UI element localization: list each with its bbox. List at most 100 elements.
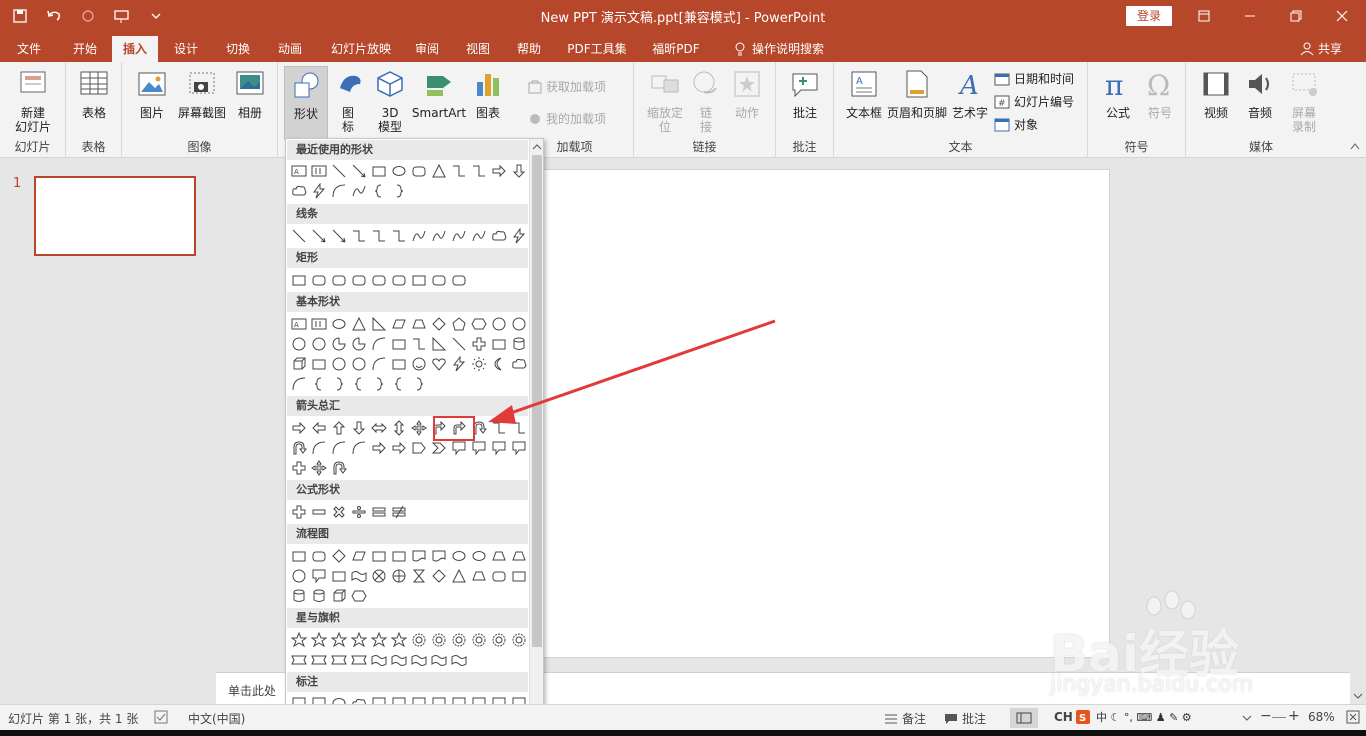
shape-curve-2-6[interactable] — [410, 227, 428, 245]
picture-button[interactable]: 图片 — [132, 68, 172, 120]
shape-wave-16-8[interactable] — [450, 651, 468, 669]
shape-seal-15-10[interactable] — [490, 631, 508, 649]
get-addins-button[interactable]: 获取加载项 — [528, 78, 606, 95]
shape-rect-3-0[interactable] — [290, 271, 308, 289]
shape-equal-11-4[interactable] — [370, 503, 388, 521]
shape-brace-7-1[interactable] — [310, 375, 328, 393]
shape-banner-16-2[interactable] — [330, 651, 348, 669]
shape-rect-6-1[interactable] — [310, 355, 328, 373]
shape-circle-13-0[interactable] — [290, 567, 308, 585]
shape-minus-11-1[interactable] — [310, 503, 328, 521]
shape-rect-5-10[interactable] — [490, 335, 508, 353]
shape-oval-12-9[interactable] — [470, 547, 488, 565]
shape-rarrow-8-0[interactable] — [290, 419, 308, 437]
table-button[interactable]: 表格 — [72, 68, 116, 120]
shape-wave-16-5[interactable] — [390, 651, 408, 669]
3d-models-button[interactable]: 3D 模型 — [370, 68, 410, 134]
shape-rrect-13-10[interactable] — [490, 567, 508, 585]
shapes-button[interactable]: 形状 — [284, 66, 328, 140]
gallery-scroll-up-icon[interactable] — [531, 142, 543, 152]
screen-recording-button[interactable]: 屏幕 录制 — [1284, 68, 1324, 134]
comment-button[interactable]: 批注 — [786, 68, 824, 120]
shape-bolt-1-1[interactable] — [310, 182, 328, 200]
shape-brace2-7-4[interactable] — [370, 375, 388, 393]
shape-can-14-0[interactable] — [290, 587, 308, 605]
shape-circle-6-3[interactable] — [350, 355, 368, 373]
shape-oval-0-5[interactable] — [390, 162, 408, 180]
shape-rarrow-0-10[interactable] — [490, 162, 508, 180]
slide-thumbnail[interactable] — [34, 176, 196, 256]
zoom-in-icon[interactable]: + — [1288, 708, 1300, 724]
shape-doc-12-7[interactable] — [430, 547, 448, 565]
shape-hex-4-9[interactable] — [470, 315, 488, 333]
shape-quad-8-6[interactable] — [410, 419, 428, 437]
shape-hourglass-13-6[interactable] — [410, 567, 428, 585]
save-icon[interactable] — [8, 5, 32, 27]
shape-rect-12-4[interactable] — [370, 547, 388, 565]
shape-star-15-4[interactable] — [370, 631, 388, 649]
shape-div-11-3[interactable] — [350, 503, 368, 521]
language-status[interactable]: 中文(中国) — [188, 710, 245, 727]
shape-trap-12-11[interactable] — [510, 547, 528, 565]
shape-arc-6-4[interactable] — [370, 355, 388, 373]
shape-rtri-5-7[interactable] — [430, 335, 448, 353]
shape-cloud-1-0[interactable] — [290, 182, 308, 200]
equation-button[interactable]: π 公式 — [1098, 68, 1138, 120]
shape-callout-9-10[interactable] — [490, 439, 508, 457]
tab-file[interactable]: 文件 — [8, 36, 50, 62]
shape-rect-13-11[interactable] — [510, 567, 528, 585]
action-button[interactable]: 动作 — [730, 68, 764, 120]
ime-indicator[interactable]: CH — [1054, 710, 1073, 724]
shape-star-15-1[interactable] — [310, 631, 328, 649]
shape-tri-4-3[interactable] — [350, 315, 368, 333]
shape-pcircle-13-5[interactable] — [390, 567, 408, 585]
shape-tri-0-7[interactable] — [430, 162, 448, 180]
minimize-icon[interactable] — [1227, 0, 1273, 32]
vertical-scrollbar[interactable] — [1350, 158, 1366, 704]
shape-star-15-5[interactable] — [390, 631, 408, 649]
shape-elbow-8-10[interactable] — [490, 419, 508, 437]
tab-view[interactable]: 视图 — [456, 36, 500, 62]
ime-toolbar-icons[interactable]: 中 ☾ °, ⌨ ♟ ✎ ⚙ — [1096, 710, 1206, 724]
shape-cloud-6-11[interactable] — [510, 355, 528, 373]
shape-bolt-6-8[interactable] — [450, 355, 468, 373]
scroll-down-icon[interactable] — [1350, 688, 1366, 704]
shape-rrect-3-5[interactable] — [390, 271, 408, 289]
shape-curve-1-3[interactable] — [350, 182, 368, 200]
shape-line-5-8[interactable] — [450, 335, 468, 353]
shape-rrect-3-7[interactable] — [430, 271, 448, 289]
shape-trap-4-6[interactable] — [410, 315, 428, 333]
icons-button[interactable]: 图 标 — [334, 68, 362, 134]
shape-seal-15-6[interactable] — [410, 631, 428, 649]
shape-callout-9-9[interactable] — [470, 439, 488, 457]
tab-slideshow[interactable]: 幻灯片放映 — [322, 36, 400, 62]
shape-arc-9-3[interactable] — [350, 439, 368, 457]
shape-brace2-7-6[interactable] — [410, 375, 428, 393]
presenter-icon[interactable] — [110, 5, 134, 27]
shape-cloud-2-10[interactable] — [490, 227, 508, 245]
shape-oval-4-2[interactable] — [330, 315, 348, 333]
video-button[interactable]: 视频 — [1196, 68, 1236, 120]
shape-curve-2-8[interactable] — [450, 227, 468, 245]
shape-rect-5-5[interactable] — [390, 335, 408, 353]
album-button[interactable]: 相册 — [230, 68, 270, 120]
ime-menu-chevron-icon[interactable] — [1242, 714, 1252, 722]
shape-star-15-3[interactable] — [350, 631, 368, 649]
shape-sun-6-9[interactable] — [470, 355, 488, 373]
shape-pie-5-3[interactable] — [350, 335, 368, 353]
shape-larrow-0-3[interactable] — [350, 162, 368, 180]
shape-brace-7-3[interactable] — [350, 375, 368, 393]
tab-help[interactable]: 帮助 — [508, 36, 550, 62]
tab-foxit-pdf[interactable]: 福昕PDF — [642, 36, 710, 62]
textbox-button[interactable]: A 文本框 — [842, 68, 886, 120]
shape-elbow-0-9[interactable] — [470, 162, 488, 180]
shape-rarrow-9-4[interactable] — [370, 439, 388, 457]
gallery-scrollbar[interactable] — [529, 139, 543, 723]
shape-circle-5-0[interactable] — [290, 335, 308, 353]
notes-toggle-button[interactable]: 备注 — [884, 710, 926, 727]
tab-review[interactable]: 审阅 — [406, 36, 448, 62]
shape-brace2-1-5[interactable] — [390, 182, 408, 200]
close-icon[interactable] — [1319, 0, 1365, 32]
tab-home[interactable]: 开始 — [62, 36, 108, 62]
shape-arc-9-2[interactable] — [330, 439, 348, 457]
